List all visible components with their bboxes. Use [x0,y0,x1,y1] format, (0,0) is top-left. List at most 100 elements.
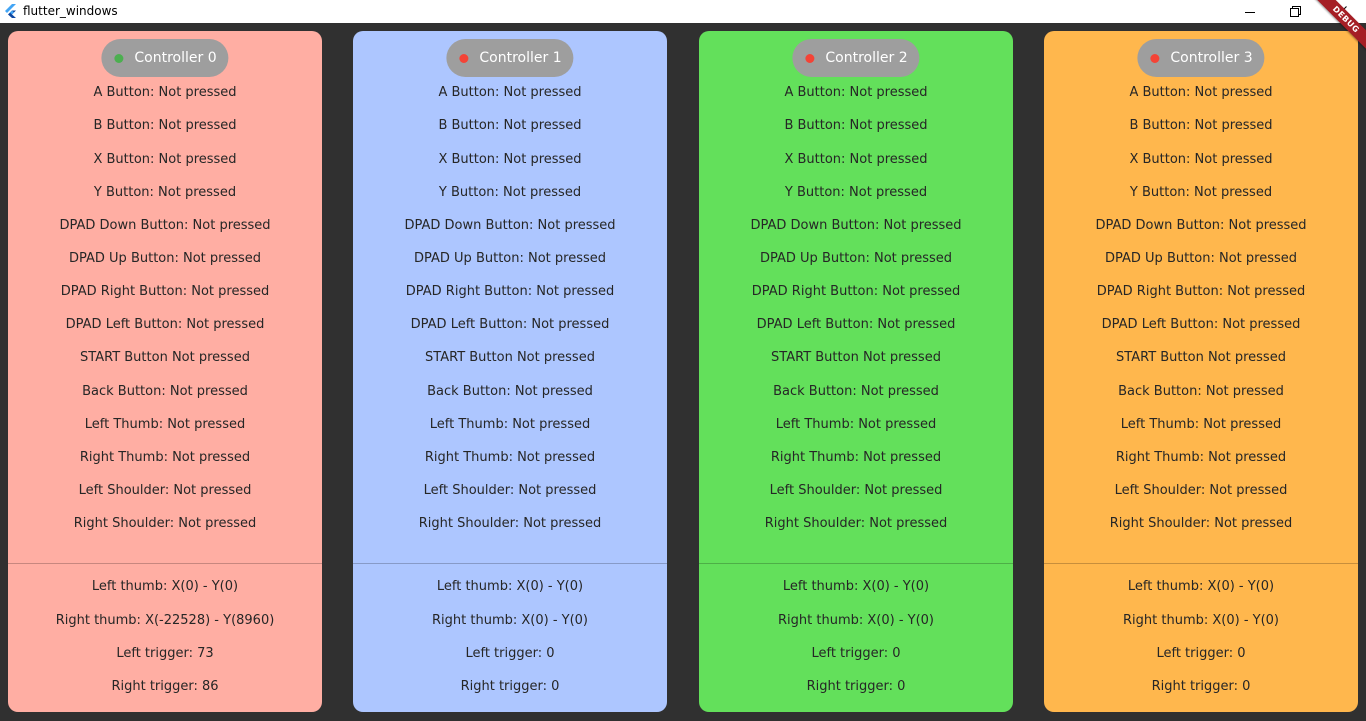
button-state-text: Right Shoulder: Not pressed [1109,516,1293,531]
button-state-text: A Button: Not pressed [784,85,928,100]
button-state-text: X Button: Not pressed [438,152,582,167]
axis-value-text: Right trigger: 86 [111,679,219,694]
axis-value-text: Right thumb: X(0) - Y(0) [432,613,588,628]
button-state-text: B Button: Not pressed [438,118,582,133]
button-state-text: DPAD Down Button: Not pressed [1095,218,1307,233]
disconnected-status-dot [459,53,469,63]
button-state-text: A Button: Not pressed [1129,85,1273,100]
axis-value-text: Right trigger: 0 [806,679,906,694]
restore-icon [1289,6,1301,17]
controller-panel-0: Controller 0 A Button: Not pressed B Butto… [8,31,322,712]
button-state-text: Left Thumb: Not pressed [775,417,937,432]
axis-value-text: Left thumb: X(0) - Y(0) [1127,579,1275,594]
button-state-text: DPAD Left Button: Not pressed [410,317,610,332]
button-state-text: START Button Not pressed [771,350,941,365]
axis-value-text: Left trigger: 0 [1156,646,1246,661]
axis-value-text: Left thumb: X(0) - Y(0) [782,579,930,594]
button-state-text: Right Thumb: Not pressed [1115,450,1287,465]
button-state-text: Right Thumb: Not pressed [424,450,596,465]
button-state-text: X Button: Not pressed [1129,152,1273,167]
disconnected-status-dot [1150,53,1160,63]
button-state-text: Y Button: Not pressed [1129,185,1273,200]
section-divider [353,563,667,564]
button-state-text: DPAD Up Button: Not pressed [759,251,953,266]
button-state-text: Left Thumb: Not pressed [429,417,591,432]
axis-value-text: Left trigger: 0 [811,646,901,661]
axis-value-text: Left thumb: X(0) - Y(0) [91,579,239,594]
controller-header-chip: Controller 3 [1137,39,1265,77]
controller-header-chip: Controller 2 [792,39,920,77]
button-state-text: DPAD Left Button: Not pressed [756,317,956,332]
window-title: flutter_windows [23,4,118,18]
axis-value-text: Right thumb: X(0) - Y(0) [1123,613,1279,628]
section-divider [8,563,322,564]
button-state-text: Back Button: Not pressed [82,384,248,399]
minimize-icon [1245,11,1255,13]
button-state-text: B Button: Not pressed [93,118,237,133]
button-state-text: B Button: Not pressed [784,118,928,133]
button-state-text: DPAD Down Button: Not pressed [750,218,962,233]
button-state-text: A Button: Not pressed [438,85,582,100]
button-state-text: X Button: Not pressed [93,152,237,167]
button-state-text: Left Shoulder: Not pressed [769,483,943,498]
button-state-text: Y Button: Not pressed [438,185,582,200]
axis-value-text: Right trigger: 0 [1151,679,1251,694]
button-state-text: START Button Not pressed [80,350,250,365]
close-button[interactable] [1318,0,1364,23]
controller-panel-1: Controller 1 A Button: Not pressed B Butto… [353,31,667,712]
controller-panel-3: Controller 3 A Button: Not pressed B Butto… [1044,31,1358,712]
button-state-text: Right Shoulder: Not pressed [764,516,948,531]
button-state-text: Back Button: Not pressed [1118,384,1284,399]
button-state-text: START Button Not pressed [425,350,595,365]
axis-value-text: Left trigger: 0 [465,646,555,661]
controller-label: Controller 1 [479,50,562,66]
button-state-text: DPAD Left Button: Not pressed [1101,317,1301,332]
button-state-text: DPAD Up Button: Not pressed [68,251,262,266]
button-state-text: Y Button: Not pressed [784,185,928,200]
button-state-text: START Button Not pressed [1116,350,1286,365]
window-title-bar: flutter_windows [0,0,1366,23]
close-icon [1335,6,1347,17]
axis-value-text: Right thumb: X(0) - Y(0) [778,613,934,628]
button-state-text: X Button: Not pressed [784,152,928,167]
button-state-text: DPAD Right Button: Not pressed [60,284,270,299]
section-divider [699,563,1013,564]
button-state-text: Left Thumb: Not pressed [84,417,246,432]
axis-value-text: Left thumb: X(0) - Y(0) [436,579,584,594]
button-state-text: DPAD Up Button: Not pressed [413,251,607,266]
button-state-text: DPAD Down Button: Not pressed [404,218,616,233]
button-state-text: B Button: Not pressed [1129,118,1273,133]
button-state-text: DPAD Down Button: Not pressed [59,218,271,233]
controller-label: Controller 2 [825,50,908,66]
controller-panel-2: Controller 2 A Button: Not pressed B Butto… [699,31,1013,712]
button-state-text: DPAD Right Button: Not pressed [405,284,615,299]
button-state-text: Back Button: Not pressed [773,384,939,399]
controller-header-chip: Controller 0 [101,39,229,77]
button-state-text: Y Button: Not pressed [93,185,237,200]
section-divider [1044,563,1358,564]
button-state-text: DPAD Right Button: Not pressed [751,284,961,299]
disconnected-status-dot [805,53,815,63]
button-state-text: Back Button: Not pressed [427,384,593,399]
minimize-button[interactable] [1227,0,1273,23]
button-state-text: Right Shoulder: Not pressed [418,516,602,531]
button-state-text: DPAD Up Button: Not pressed [1104,251,1298,266]
axis-value-text: Right trigger: 0 [460,679,560,694]
axis-value-text: Left trigger: 73 [116,646,214,661]
button-state-text: Left Shoulder: Not pressed [423,483,597,498]
button-state-text: Left Shoulder: Not pressed [1114,483,1288,498]
controller-label: Controller 0 [134,50,217,66]
button-state-text: Right Thumb: Not pressed [79,450,251,465]
button-state-text: DPAD Left Button: Not pressed [65,317,265,332]
button-state-text: Left Thumb: Not pressed [1120,417,1282,432]
button-state-text: DPAD Right Button: Not pressed [1096,284,1306,299]
restore-button[interactable] [1272,0,1318,23]
controller-header-chip: Controller 1 [446,39,574,77]
axis-value-text: Right thumb: X(-22528) - Y(8960) [55,613,275,628]
button-state-text: A Button: Not pressed [93,85,237,100]
button-state-text: Left Shoulder: Not pressed [78,483,252,498]
button-state-text: Right Thumb: Not pressed [770,450,942,465]
controller-label: Controller 3 [1170,50,1253,66]
connected-status-dot [114,53,124,63]
button-state-text: Right Shoulder: Not pressed [73,516,257,531]
